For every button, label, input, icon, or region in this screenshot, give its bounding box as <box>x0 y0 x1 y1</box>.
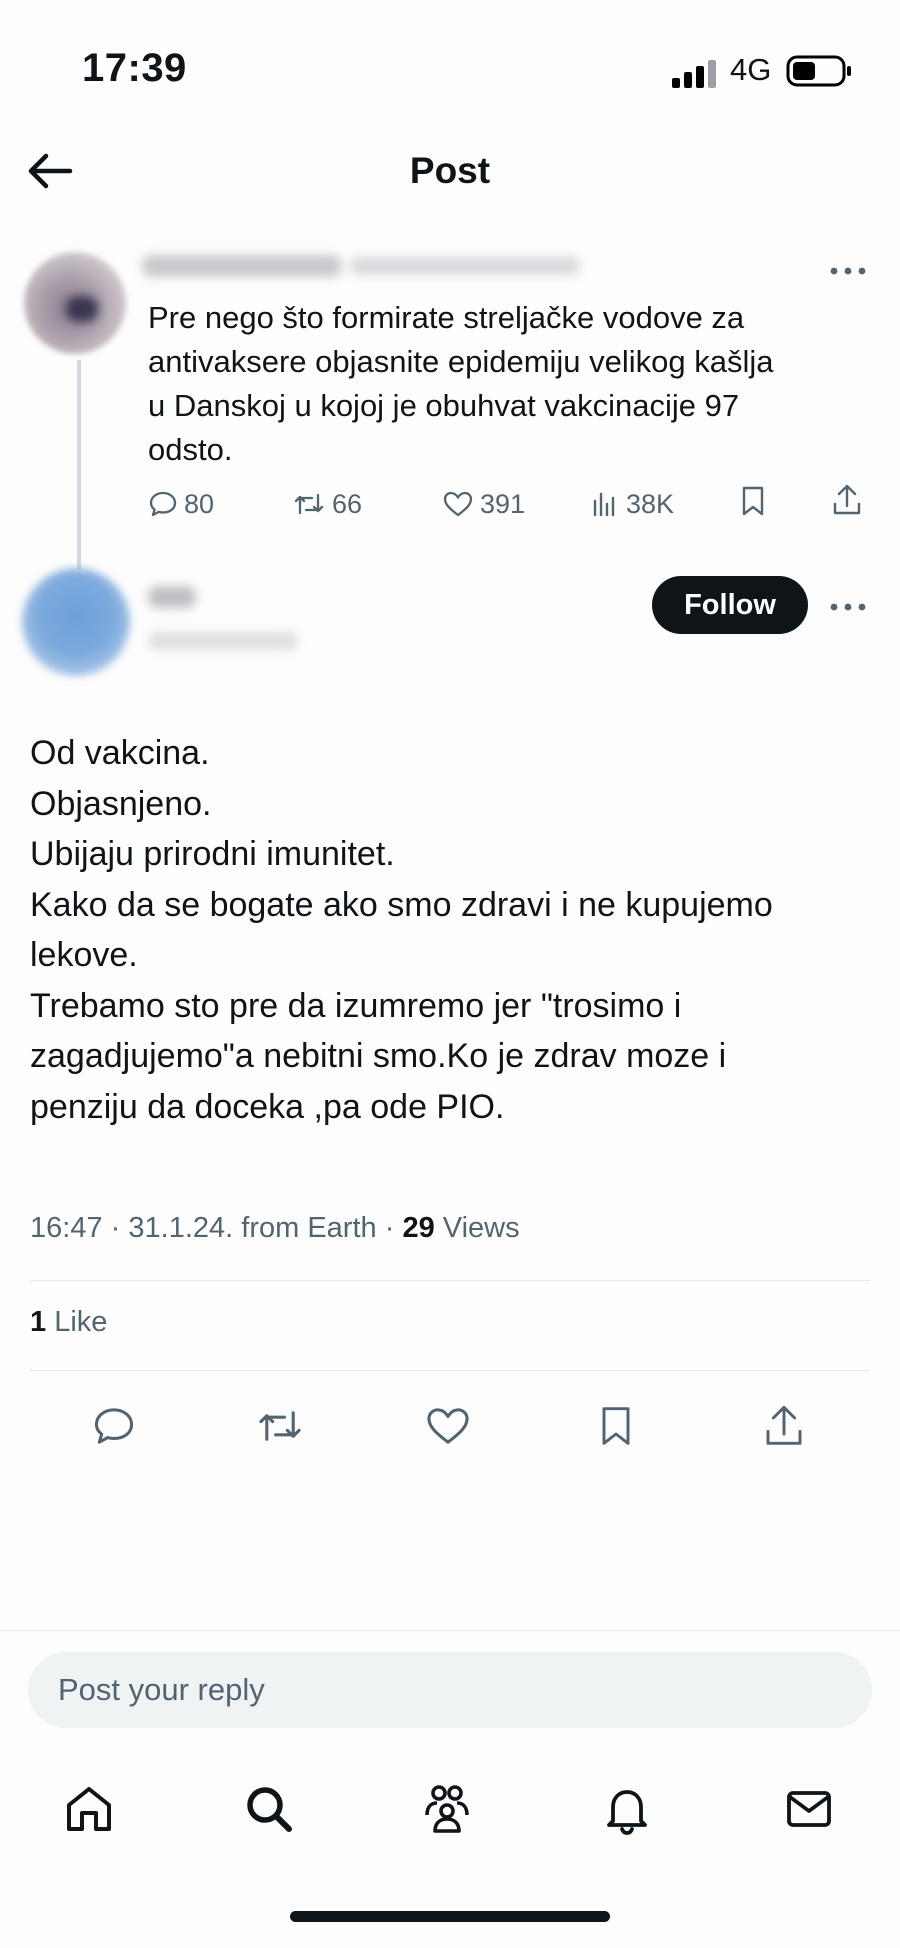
like-count: 391 <box>480 488 526 519</box>
battery-icon <box>786 55 851 87</box>
tweet-line: penziju da doceka ,pa ode PIO. <box>30 1087 505 1126</box>
retweet-button[interactable] <box>250 1396 310 1456</box>
tweet-line: Objasnjeno. <box>30 784 212 823</box>
status-time: 17:39 <box>82 46 187 90</box>
bookmark-button[interactable] <box>586 1396 646 1456</box>
parent-tweet-line: antivaksere objasnite epidemiju velikog … <box>148 344 774 379</box>
parent-tweet-line: Pre nego što formirate streljačke vodove… <box>148 300 745 335</box>
parent-tweet-line: odsto. <box>148 432 233 467</box>
speech-bubble-icon <box>149 491 177 517</box>
tweet-line: lekove. <box>30 936 138 974</box>
share-icon <box>833 484 861 515</box>
view-count: 38K <box>626 488 675 519</box>
people-icon <box>425 1785 469 1833</box>
more-options-button[interactable] <box>828 258 868 278</box>
reply-count: 80 <box>184 488 215 519</box>
views-count: 29 <box>402 1212 435 1244</box>
more-horizontal-icon <box>830 267 866 275</box>
likes-count: 1 <box>30 1306 47 1338</box>
envelope-icon <box>787 1791 831 1827</box>
signal-icon <box>672 60 716 88</box>
like-count-button[interactable]: 391 <box>442 484 525 524</box>
tweet-line: Trebamo sto pre da izumremo jer "trosimo… <box>30 986 682 1025</box>
meta-separator: · <box>384 1212 395 1244</box>
views-label: Views <box>442 1212 520 1244</box>
bookmark-button[interactable] <box>738 484 768 523</box>
bookmark-icon <box>602 1407 630 1445</box>
parent-tweet-text: Pre nego što formirate streljačke vodove… <box>148 296 868 472</box>
tweet-date: 31.1.24. <box>128 1212 234 1244</box>
more-horizontal-icon <box>830 603 866 611</box>
author-handle-redacted[interactable] <box>148 632 298 650</box>
nav-home[interactable] <box>54 1774 124 1844</box>
tweet-body: Od vakcina. Objasnjeno. Ubijaju prirodni… <box>30 728 870 1132</box>
search-icon <box>247 1787 292 1832</box>
bookmark-icon <box>742 486 764 516</box>
retweet-count: 66 <box>332 488 363 519</box>
view-count-button[interactable]: 38K <box>590 484 674 524</box>
reply-input[interactable] <box>28 1652 872 1728</box>
parent-tweet-line: u Danskoj u kojoj je obuhvat vakcinacije… <box>148 388 740 423</box>
divider <box>30 1280 870 1281</box>
follow-button[interactable]: Follow <box>652 576 808 634</box>
tweet-line: zagadjujemo"a nebitni smo.Ko je zdrav mo… <box>30 1037 727 1075</box>
reply-button[interactable] <box>84 1396 144 1456</box>
tweet-line: Od vakcina. <box>30 734 210 772</box>
retweet-icon <box>294 493 324 515</box>
thread-connector <box>77 360 81 570</box>
nav-notifications[interactable] <box>592 1774 662 1844</box>
network-type: 4G <box>730 52 772 87</box>
more-options-button[interactable] <box>828 594 868 614</box>
retweet-icon <box>259 1411 301 1441</box>
home-indicator <box>290 1911 610 1922</box>
heart-icon <box>427 1408 469 1444</box>
tweet-metadata: 16:47 · 31.1.24. from Earth · 29 Views <box>30 1212 520 1245</box>
share-button[interactable] <box>754 1396 814 1456</box>
heart-icon <box>443 491 473 517</box>
home-icon <box>67 1787 111 1831</box>
tweet-line: Kako da se bogate ako smo zdravi i ne ku… <box>30 885 773 924</box>
parent-author-handle-redacted[interactable] <box>350 257 580 275</box>
share-icon <box>766 1405 802 1445</box>
parent-author-avatar[interactable] <box>24 252 126 354</box>
tweet-time: 16:47 <box>30 1212 103 1244</box>
share-button[interactable] <box>830 482 864 523</box>
divider <box>0 1630 900 1631</box>
likes-label: Like <box>54 1306 108 1338</box>
tweet-line: Ubijaju prirodni imunitet. <box>30 835 395 873</box>
likes-summary-link[interactable]: 1 Like <box>30 1306 107 1339</box>
divider <box>30 1370 870 1371</box>
tweet-source: from Earth <box>241 1212 377 1244</box>
author-name-redacted[interactable] <box>148 586 196 608</box>
bell-icon <box>607 1790 647 1835</box>
speech-bubble-icon <box>94 1408 134 1444</box>
like-button[interactable] <box>418 1396 478 1456</box>
nav-search[interactable] <box>234 1774 304 1844</box>
nav-messages[interactable] <box>774 1774 844 1844</box>
reply-count-button[interactable]: 80 <box>148 484 214 524</box>
parent-author-name-redacted[interactable] <box>142 255 342 277</box>
bar-chart-icon <box>593 492 615 517</box>
meta-separator: · <box>110 1212 121 1244</box>
nav-communities[interactable] <box>412 1774 482 1844</box>
retweet-count-button[interactable]: 66 <box>292 484 362 524</box>
page-title: Post <box>409 150 491 191</box>
author-avatar[interactable] <box>22 568 130 676</box>
